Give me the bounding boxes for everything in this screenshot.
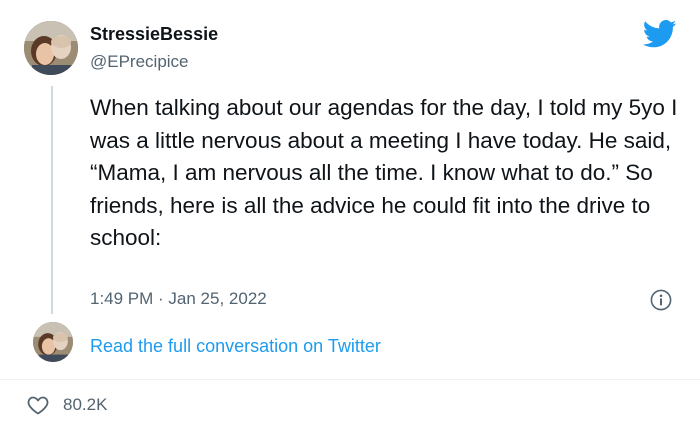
heart-icon[interactable] [26, 393, 50, 417]
embedded-tweet-card: StressieBessie @EPrecipice When talking … [0, 0, 700, 431]
info-icon[interactable] [650, 289, 672, 311]
author-handle[interactable]: @EPrecipice [90, 51, 189, 73]
avatar-photo-icon [24, 21, 78, 75]
tweet-text: When talking about our agendas for the d… [90, 95, 678, 250]
twitter-bird-icon[interactable] [642, 20, 677, 48]
divider [0, 379, 700, 380]
read-full-conversation-link[interactable]: Read the full conversation on Twitter [90, 335, 381, 357]
author-avatar[interactable] [24, 21, 78, 75]
avatar-photo-icon [33, 322, 73, 362]
tweet-timestamp[interactable]: 1:49 PM · Jan 25, 2022 [90, 288, 267, 310]
conversation-avatar[interactable] [33, 322, 73, 362]
like-count[interactable]: 80.2K [63, 394, 107, 416]
author-display-name[interactable]: StressieBessie [90, 23, 218, 45]
thread-line [51, 86, 53, 314]
